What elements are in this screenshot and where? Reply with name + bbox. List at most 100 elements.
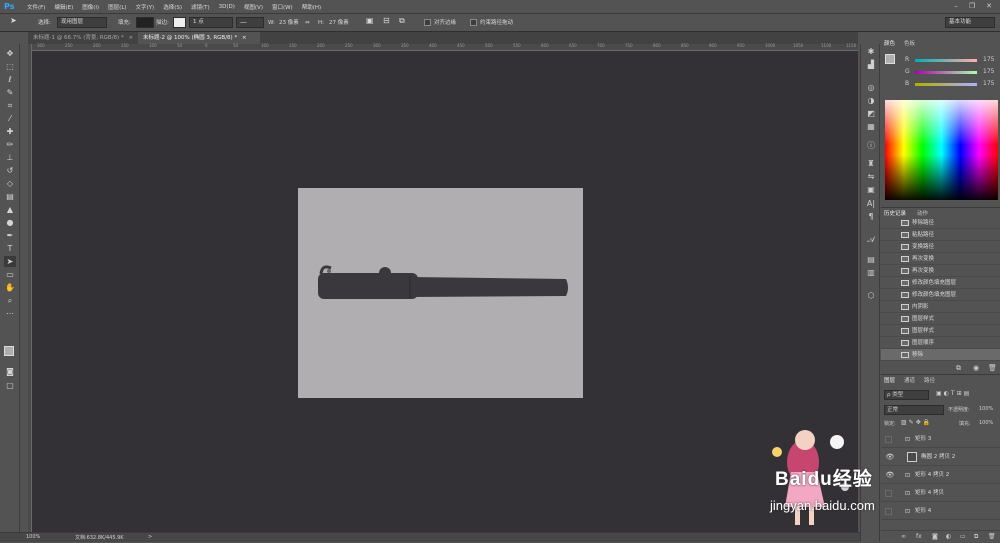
pen-tool-icon[interactable]: ✒ [4,230,16,241]
adjustment-brush-icon[interactable]: ✱ [865,46,877,58]
tab-actions[interactable]: 动作 [917,209,928,217]
new-document-from-state-icon[interactable]: ⧉ [956,364,961,373]
menu-type[interactable]: 文字(Y) [136,3,155,11]
slider-blue[interactable]: B 175 [905,80,1000,89]
history-item[interactable]: 图层样式 [881,325,1000,337]
path-alignment-icon[interactable]: ⊟ [383,16,390,26]
move-tool-icon[interactable]: ✥ [4,48,16,59]
gradient-tool-icon[interactable]: ▤ [4,191,16,202]
opacity-field[interactable]: 100% [979,406,993,412]
menu-filter[interactable]: 滤镜(T) [191,3,210,11]
tab-history[interactable]: 历史记录 [884,209,906,217]
dodge-tool-icon[interactable]: ● [4,217,16,228]
channel-value[interactable]: 175 [983,68,994,75]
swatches-icon[interactable]: ◎ [865,82,877,94]
fill-field[interactable]: 100% [979,420,993,426]
tab-channels[interactable]: 通道 [904,376,915,384]
slider-green[interactable]: G 175 [905,68,1000,77]
tab-close-icon[interactable]: × [242,35,247,41]
stroke-width-field[interactable]: 1 点 [189,17,233,28]
menu-help[interactable]: 帮助(H) [302,3,321,11]
eyedropper-tool-icon[interactable]: ⁄ [4,113,16,124]
link-icon[interactable]: ∞ [901,533,906,540]
channel-value[interactable]: 175 [983,56,994,63]
lasso-tool-icon[interactable]: ℓ [4,74,16,85]
menu-3d[interactable]: 3D(D) [219,4,235,10]
history-item[interactable]: 修改颜色填充图层 [881,277,1000,289]
tool-presets-icon[interactable]: ♜ [865,158,877,170]
hand-tool-icon[interactable]: ✋ [4,282,16,293]
slider-red[interactable]: R 175 [905,56,1000,65]
history-item[interactable]: 粘贴路径 [881,229,1000,241]
history-item[interactable]: 图层样式 [881,313,1000,325]
history-item[interactable]: 再次变换 [881,253,1000,265]
link-icon[interactable]: ⇔ [305,18,310,28]
select-dropdown[interactable]: 现用图层 [57,17,107,28]
constrain-path-checkbox[interactable] [470,19,477,26]
type-tool-icon[interactable]: T [4,243,16,254]
history-item[interactable]: 变换路径 [881,241,1000,253]
comments-icon[interactable]: ▥ [865,267,877,279]
new-snapshot-icon[interactable]: ◉ [973,364,979,372]
menu-layer[interactable]: 图层(L) [108,3,126,11]
restore-button[interactable]: ❐ [966,1,978,12]
glyphs-icon[interactable]: 𝒜 [865,234,877,246]
paragraph-icon[interactable]: ¶ [865,211,877,223]
document-canvas[interactable] [298,188,583,398]
height-field[interactable]: 27 像素 [329,18,349,28]
path-operations-icon[interactable]: ▣ [366,16,374,26]
history-item[interactable]: 移除路径 [881,217,1000,229]
status-menu-arrow[interactable]: > [148,534,152,540]
info-icon[interactable]: ⓘ [865,140,877,152]
brush-tool-icon[interactable]: ✏ [4,139,16,150]
trash-icon[interactable]: 🗑 [988,533,996,540]
fx-icon[interactable]: fx [916,533,922,540]
fill-swatch[interactable] [136,17,154,28]
folder-icon[interactable]: ▭ [960,533,966,540]
align-edges-checkbox[interactable] [424,19,431,26]
levels-icon[interactable]: ◩ [865,108,877,120]
styles-icon[interactable]: ◑ [865,95,877,107]
close-button[interactable]: ✕ [983,1,995,12]
foreground-color-swatch[interactable] [4,346,14,356]
foreground-color-swatch[interactable] [885,54,895,64]
screen-mode-icon[interactable]: ▢ [4,380,16,391]
trash-icon[interactable]: 🗑 [988,364,997,372]
menu-window[interactable]: 窗口(W) [272,3,293,11]
path-select-tool-icon[interactable]: ➤ [10,16,17,26]
properties-icon[interactable]: ⇋ [865,171,877,183]
history-brush-tool-icon[interactable]: ↺ [4,165,16,176]
history-item[interactable]: 修改颜色填充图层 [881,289,1000,301]
menu-view[interactable]: 视图(V) [244,3,263,11]
color-spectrum[interactable] [885,100,998,200]
menu-image[interactable]: 图像(I) [82,3,99,11]
histogram-icon[interactable]: ▟ [865,59,877,71]
stroke-swatch[interactable] [173,17,186,28]
path-selection-tool-icon[interactable]: ➤ [4,256,16,267]
history-item-selected[interactable]: 移除 [881,349,1000,361]
quick-mask-icon[interactable]: ◙ [4,366,16,377]
3d-icon[interactable]: ⬡ [865,290,877,302]
tab-color[interactable]: 颜色 [884,39,895,47]
healing-brush-tool-icon[interactable]: ✚ [4,126,16,137]
stroke-type-dropdown[interactable]: — [236,17,264,28]
menu-select[interactable]: 选择(S) [163,3,182,11]
shape-tool-icon[interactable]: ▭ [4,269,16,280]
tab-paths[interactable]: 路径 [924,376,935,384]
workspace-dropdown[interactable]: 基本功能 [945,17,995,28]
zoom-tool-icon[interactable]: ⌕ [4,295,16,306]
blur-tool-icon[interactable]: ▲ [4,204,16,215]
tab-close-icon[interactable]: × [128,35,133,41]
history-item[interactable]: 内阴影 [881,301,1000,313]
crop-tool-icon[interactable]: ⌗ [4,100,16,111]
width-field[interactable]: 23 像素 [279,18,299,28]
eraser-tool-icon[interactable]: ◇ [4,178,16,189]
quick-select-tool-icon[interactable]: ✎ [4,87,16,98]
adjustment-icon[interactable]: ◐ [946,533,951,540]
zoom-level[interactable]: 100% [26,534,40,540]
clone-stamp-tool-icon[interactable]: ⊥ [4,152,16,163]
new-layer-icon[interactable]: ⧉ [974,533,978,541]
minimize-button[interactable]: – [950,1,962,12]
history-item[interactable]: 图层顺序 [881,337,1000,349]
channel-value[interactable]: 175 [983,80,994,87]
